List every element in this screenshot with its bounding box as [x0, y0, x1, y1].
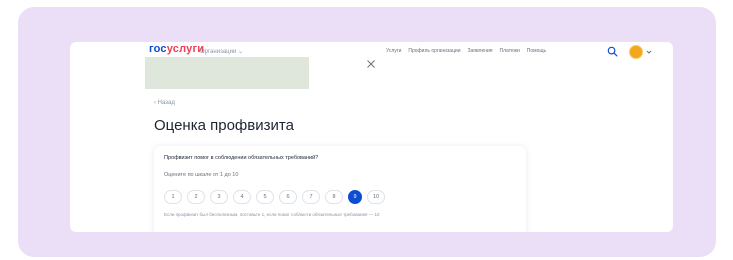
rating-option-1[interactable]: 1 [164, 190, 182, 204]
rating-option-6[interactable]: 6 [279, 190, 297, 204]
nav-item-applications[interactable]: Заявления [468, 48, 493, 54]
rating-option-4[interactable]: 4 [233, 190, 251, 204]
rating-scale: 1 2 3 4 5 6 7 8 9 10 [164, 190, 385, 204]
logo-part-1: гос [149, 43, 167, 55]
chevron-down-icon[interactable] [646, 49, 652, 55]
banner-placeholder [145, 57, 309, 89]
rating-option-2[interactable]: 2 [187, 190, 205, 204]
organization-switcher[interactable]: Организации ⌄ [200, 48, 243, 55]
close-icon[interactable] [366, 59, 376, 69]
nav-item-payments[interactable]: Платежи [500, 48, 520, 54]
main-nav: Услуги Профиль организации Заявления Пла… [386, 48, 546, 54]
nav-item-help[interactable]: Помощь [527, 48, 546, 54]
nav-item-services[interactable]: Услуги [386, 48, 401, 54]
survey-question: Профвизит помог в соблюдении обязательны… [164, 155, 319, 161]
rating-option-8[interactable]: 8 [325, 190, 343, 204]
nav-item-org-profile[interactable]: Профиль организации [408, 48, 460, 54]
chevron-down-icon: ⌄ [237, 49, 243, 55]
logo-part-2: услуги [166, 43, 205, 55]
organization-switcher-label: Организации [200, 49, 237, 55]
gosuslugi-logo[interactable]: госуслуги [149, 43, 204, 55]
rating-option-7[interactable]: 7 [302, 190, 320, 204]
avatar[interactable] [629, 45, 643, 59]
rating-option-3[interactable]: 3 [210, 190, 228, 204]
scale-hint: Оцените по шкале от 1 до 10 [164, 172, 239, 178]
survey-footnote: Если профвизит был бесполезным, поставьт… [164, 212, 380, 217]
search-icon[interactable] [607, 46, 618, 57]
rating-option-5[interactable]: 5 [256, 190, 274, 204]
app-window: госуслуги Организации ⌄ Услуги Профиль о… [70, 42, 673, 232]
rating-option-9-selected[interactable]: 9 [348, 190, 362, 204]
page-title: Оценка профвизита [154, 117, 294, 134]
back-link[interactable]: ‹ Назад [154, 100, 175, 106]
rating-option-10[interactable]: 10 [367, 190, 385, 204]
survey-card: Профвизит помог в соблюдении обязательны… [154, 146, 526, 232]
